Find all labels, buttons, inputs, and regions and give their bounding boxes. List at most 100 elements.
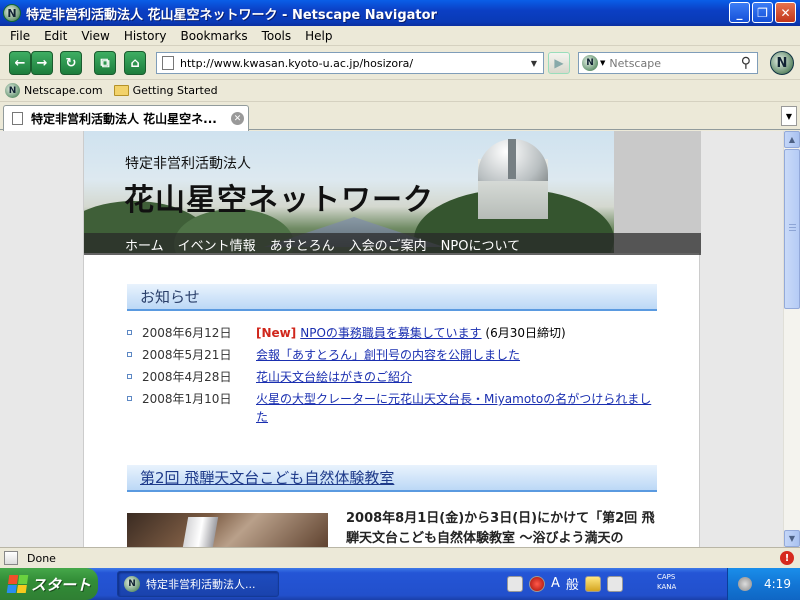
task-label: 特定非営利活動法人... bbox=[146, 578, 256, 591]
menu-bar: File Edit View History Bookmarks Tools H… bbox=[0, 26, 800, 46]
news-link[interactable]: 会報「あすとろん」創刊号の内容を公開しました bbox=[256, 348, 520, 362]
news-date: 2008年1月10日 bbox=[142, 392, 232, 406]
grip-line bbox=[789, 230, 796, 231]
news-body: 火星の大型クレーターに元花山天文台長・Miyamotoの名がつけられました bbox=[256, 390, 656, 426]
tab-list-dropdown-icon[interactable]: ▼ bbox=[781, 106, 797, 126]
ime-tool-icon[interactable] bbox=[584, 575, 601, 592]
menu-file[interactable]: File bbox=[3, 29, 37, 43]
grip-line bbox=[789, 224, 796, 225]
taskbar-window-button[interactable]: N 特定非営利活動法人... bbox=[117, 571, 279, 597]
news-suffix: (6月30日締切) bbox=[485, 326, 566, 340]
system-tray: 4:19 bbox=[727, 568, 800, 600]
clock[interactable]: 4:19 bbox=[764, 577, 791, 591]
site-nav-home[interactable]: ホーム bbox=[125, 235, 164, 254]
bookmark-getting-started[interactable]: Getting Started bbox=[109, 84, 218, 97]
news-link[interactable]: 火星の大型クレーターに元花山天文台長・Miyamotoの名がつけられました bbox=[256, 392, 651, 424]
go-button[interactable]: ▶ bbox=[548, 52, 570, 74]
search-input[interactable] bbox=[609, 56, 730, 70]
news-link[interactable]: 花山天文台絵はがきのご紹介 bbox=[256, 370, 412, 384]
scroll-thumb[interactable] bbox=[784, 149, 800, 309]
navigation-toolbar: ← → ↻ ⧉ ⌂ ▼ ▶ N ▼ ⚲ N bbox=[0, 46, 800, 80]
bookmarks-bar: N Netscape.com Getting Started bbox=[0, 80, 800, 102]
menu-tools[interactable]: Tools bbox=[255, 29, 299, 43]
address-bar[interactable]: ▼ bbox=[156, 52, 544, 74]
news-date: 2008年5月21日 bbox=[142, 348, 232, 362]
news-link[interactable]: NPOの事務職員を募集しています bbox=[300, 326, 481, 340]
window-title: 特定非営利活動法人 花山星空ネットワーク - Netscape Navigato… bbox=[26, 7, 437, 23]
news-item: 2008年1月10日 火星の大型クレーターに元花山天文台長・Miyamotoの名… bbox=[127, 390, 657, 426]
ime-mode-kanji[interactable]: 般 bbox=[566, 574, 579, 593]
news-list: 2008年6月12日 [New] NPOの事務職員を募集しています (6月30日締… bbox=[127, 324, 657, 430]
menu-edit[interactable]: Edit bbox=[37, 29, 74, 43]
grip-line bbox=[789, 227, 796, 228]
folder-icon bbox=[113, 85, 129, 96]
scroll-down-icon[interactable]: ▼ bbox=[784, 530, 800, 547]
netscape-icon: N bbox=[124, 576, 140, 592]
site-nav-join[interactable]: 入会のご案内 bbox=[349, 235, 427, 254]
status-text: Done bbox=[27, 551, 56, 565]
search-box[interactable]: N ▼ ⚲ bbox=[578, 52, 758, 74]
home-button[interactable]: ⌂ bbox=[124, 51, 146, 75]
ime-pad-icon[interactable] bbox=[606, 575, 623, 592]
site-nav-astron[interactable]: あすとろん bbox=[270, 235, 335, 254]
news-item: 2008年6月12日 [New] NPOの事務職員を募集しています (6月30日締… bbox=[127, 324, 657, 342]
windows-flag-icon bbox=[6, 575, 29, 593]
new-tab-button[interactable]: ⧉ bbox=[94, 51, 116, 75]
search-icon[interactable]: ⚲ bbox=[741, 55, 751, 71]
keyboard-icon[interactable] bbox=[507, 575, 523, 592]
url-dropdown-icon[interactable]: ▼ bbox=[527, 55, 541, 71]
language-bar: A 般 bbox=[507, 574, 623, 593]
maximize-button[interactable]: ❐ bbox=[752, 2, 773, 23]
news-date: 2008年4月28日 bbox=[142, 370, 232, 384]
site-nav-events[interactable]: イベント情報 bbox=[178, 235, 256, 254]
volume-icon[interactable] bbox=[738, 577, 752, 591]
tab-close-icon[interactable]: ✕ bbox=[231, 112, 244, 125]
title-bar[interactable]: N 特定非営利活動法人 花山星空ネットワーク - Netscape Naviga… bbox=[0, 0, 800, 26]
forward-button[interactable]: → bbox=[31, 51, 53, 75]
tab-label: 特定非営利活動法人 花山星空ネ... bbox=[31, 112, 217, 126]
bullet-icon bbox=[127, 330, 132, 335]
bullet-icon bbox=[127, 352, 132, 357]
bookmark-netscape[interactable]: N Netscape.com bbox=[0, 83, 103, 98]
window-controls: _ ❐ ✕ bbox=[729, 2, 796, 23]
alert-icon[interactable]: ! bbox=[780, 551, 794, 565]
ime-mode-a[interactable]: A bbox=[551, 576, 560, 591]
site-nav-about[interactable]: NPOについて bbox=[441, 235, 520, 254]
menu-view[interactable]: View bbox=[74, 29, 116, 43]
ime-icon[interactable] bbox=[529, 575, 545, 592]
tab-current[interactable]: 特定非営利活動法人 花山星空ネ... ✕ bbox=[3, 105, 249, 131]
news-body: 会報「あすとろん」創刊号の内容を公開しました bbox=[256, 346, 656, 364]
event-text: 2008年8月1日(金)から3日(日)にかけて「第2回 飛騨天文台こども自然体験… bbox=[346, 511, 655, 546]
bookmark-label: Getting Started bbox=[132, 84, 218, 97]
search-engine-icon[interactable]: N bbox=[582, 55, 598, 71]
minimize-button[interactable]: _ bbox=[729, 2, 750, 23]
status-bar: Done ! bbox=[0, 547, 800, 568]
site-subtitle: 特定非営利活動法人 bbox=[125, 156, 251, 172]
caps-label: CAPS bbox=[657, 573, 676, 581]
telescope-shape bbox=[181, 517, 219, 547]
news-body: 花山天文台絵はがきのご紹介 bbox=[256, 368, 656, 386]
news-item: 2008年4月28日 花山天文台絵はがきのご紹介 bbox=[127, 368, 657, 386]
menu-bookmarks[interactable]: Bookmarks bbox=[174, 29, 255, 43]
back-button[interactable]: ← bbox=[9, 51, 31, 75]
close-button[interactable]: ✕ bbox=[775, 2, 796, 23]
event-photo bbox=[127, 513, 328, 547]
site-nav: ホーム イベント情報 あすとろん 入会のご案内 NPOについて bbox=[84, 233, 701, 255]
event-heading-link[interactable]: 第2回 飛騨天文台こども自然体験教室 bbox=[140, 467, 394, 488]
scroll-up-icon[interactable]: ▲ bbox=[784, 131, 800, 148]
reload-button[interactable]: ↻ bbox=[60, 51, 82, 75]
tab-strip: 特定非営利活動法人 花山星空ネ... ✕ ▼ bbox=[0, 102, 800, 131]
menu-help[interactable]: Help bbox=[298, 29, 339, 43]
content-viewport: 特定非営利活動法人 花山星空ネットワーク ホーム イベント情報 あすとろん 入会… bbox=[0, 131, 783, 547]
new-badge: [New] bbox=[256, 326, 297, 340]
engine-dropdown-icon[interactable]: ▼ bbox=[600, 59, 605, 67]
vertical-scrollbar[interactable]: ▲ ▼ bbox=[783, 131, 800, 547]
caps-kana-indicator: CAPS KANA bbox=[657, 572, 676, 592]
page-icon bbox=[12, 112, 23, 125]
url-input[interactable] bbox=[180, 56, 520, 70]
menu-history[interactable]: History bbox=[117, 29, 174, 43]
netscape-logo-icon[interactable]: N bbox=[770, 51, 794, 75]
start-button[interactable]: スタート bbox=[0, 568, 98, 600]
news-body: [New] NPOの事務職員を募集しています (6月30日締切) bbox=[256, 324, 656, 342]
kana-label: KANA bbox=[657, 583, 677, 591]
